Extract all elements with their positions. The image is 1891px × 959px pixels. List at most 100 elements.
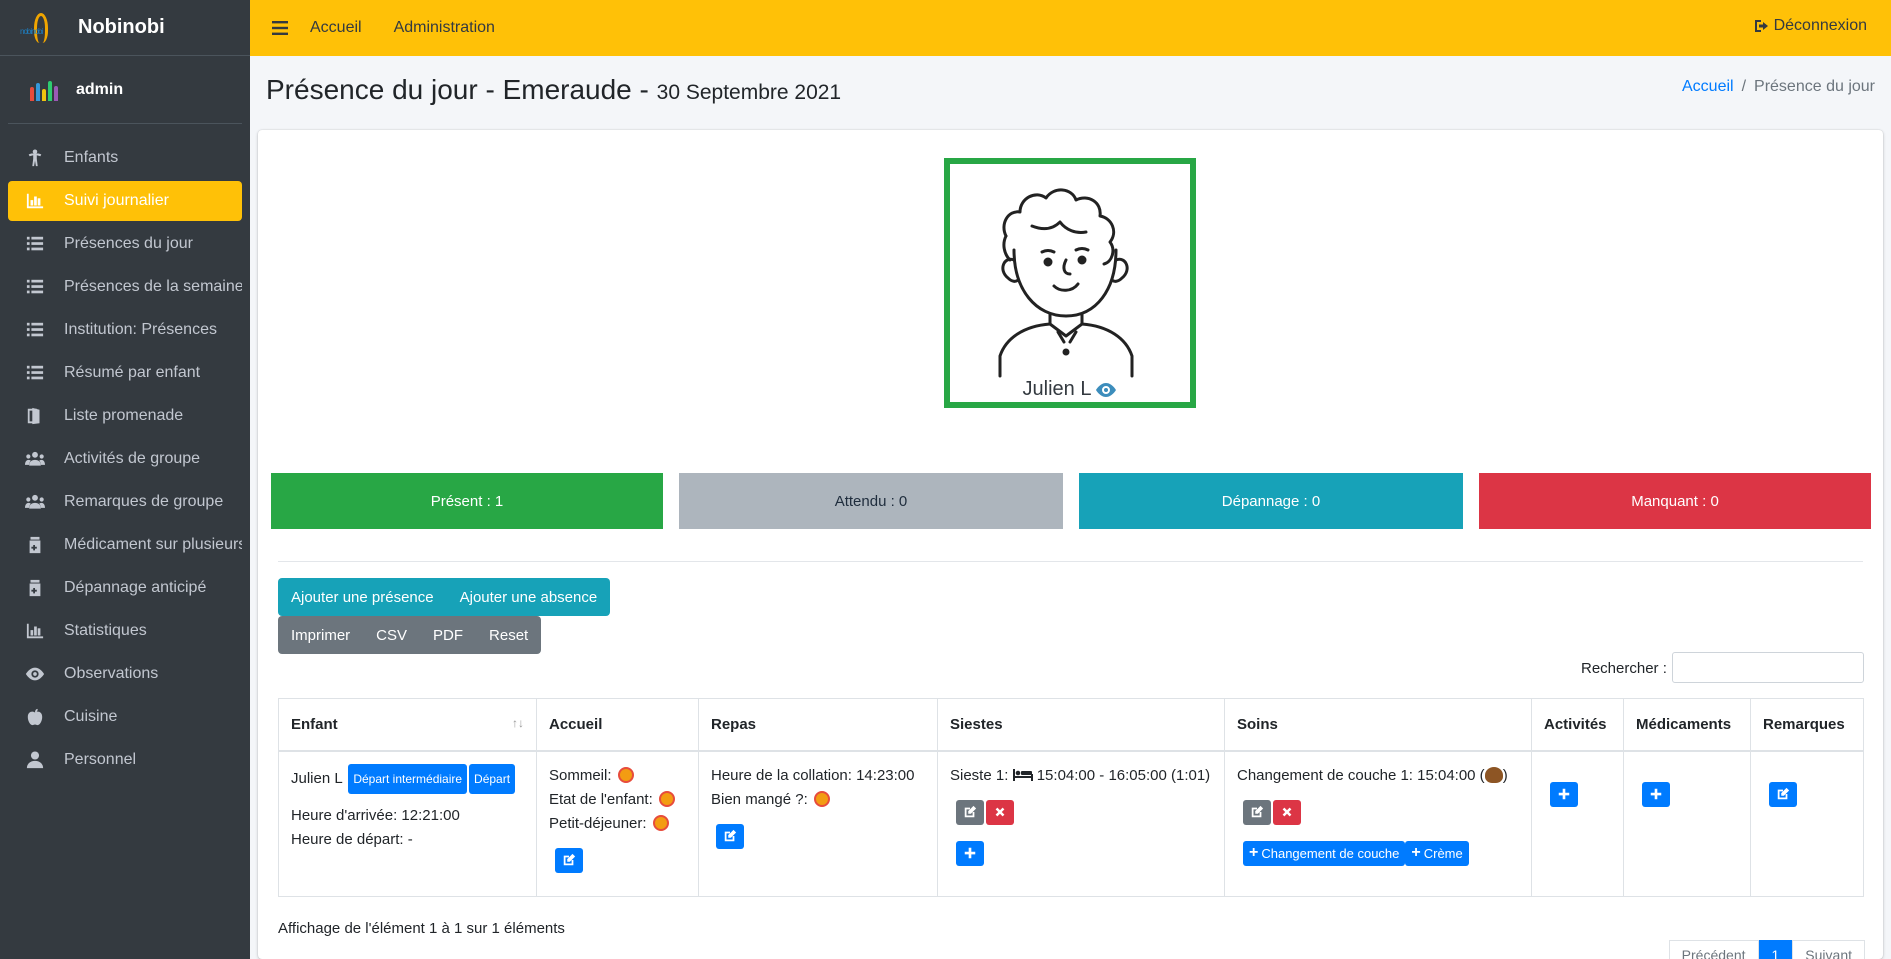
sidebar-item-label: Suivi journalier	[64, 192, 169, 209]
plus-icon	[1650, 788, 1662, 800]
brand-name: Nobinobi	[78, 16, 165, 38]
child-name: Julien L	[291, 769, 343, 787]
pagination-previous[interactable]: Précédent	[1668, 940, 1759, 959]
sidebar-item-label: Statistiques	[64, 622, 147, 639]
delete-nap-button[interactable]	[986, 799, 1014, 825]
user-panel[interactable]: admin	[8, 56, 242, 124]
sidebar-item-enfants[interactable]: Enfants	[8, 138, 242, 178]
brand-logo: nobinobi	[20, 11, 60, 45]
breakfast-label: Petit-déjeuner:	[549, 814, 647, 832]
child-photo-caption: Julien L	[950, 378, 1190, 401]
close-icon	[995, 807, 1005, 817]
sidebar-item-label: Présences de la semaine	[64, 278, 242, 295]
column-header-soins[interactable]: Soins	[1224, 698, 1532, 752]
presence-actions: Ajouter une présence Ajouter une absence	[278, 578, 611, 616]
edit-care-button[interactable]	[1243, 799, 1271, 825]
column-header-activites[interactable]: Activités	[1531, 698, 1624, 752]
sidebar-item-liste-promenade[interactable]: Liste promenade	[8, 396, 242, 436]
edit-accueil-button[interactable]	[555, 847, 583, 873]
column-header-enfant[interactable]: Enfant ↑↓	[278, 698, 537, 752]
column-header-remarques[interactable]: Remarques	[1750, 698, 1864, 752]
brand-link[interactable]: nobinobi Nobinobi	[0, 0, 250, 56]
sidebar-item-label: Médicament sur plusieurs jo	[64, 536, 242, 553]
intermediate-departure-badge[interactable]: Départ intermédiaire	[348, 763, 468, 794]
add-diaper-change-button[interactable]: + Changement de couche	[1243, 840, 1406, 866]
column-header-accueil[interactable]: Accueil	[536, 698, 699, 752]
breadcrumb-home[interactable]: Accueil	[1682, 78, 1734, 95]
plus-icon: +	[1411, 844, 1421, 861]
sidebar-item-remarques-groupe[interactable]: Remarques de groupe	[8, 482, 242, 522]
sidebar-item-activites-groupe[interactable]: Activités de groupe	[8, 439, 242, 479]
sidebar-item-observations[interactable]: Observations	[8, 654, 242, 694]
add-cream-button[interactable]: + Crème	[1405, 840, 1469, 866]
sidebar-item-label: Institution: Présences	[64, 321, 217, 338]
breadcrumb-separator: /	[1741, 78, 1747, 95]
sidebar-item-presences-jour[interactable]: Présences du jour	[8, 224, 242, 264]
departure-badge[interactable]: Départ	[469, 763, 516, 794]
stat-emergency[interactable]: Dépannage : 0	[1079, 473, 1463, 529]
stat-missing[interactable]: Manquant : 0	[1479, 473, 1871, 529]
pagination-next[interactable]: Suivant	[1792, 940, 1865, 959]
page-title-date: 30 Septembre 2021	[656, 81, 842, 104]
add-medication-button[interactable]	[1642, 781, 1670, 807]
nav-link-accueil[interactable]: Accueil	[310, 19, 362, 37]
breadcrumb: Accueil / Présence du jour	[1682, 78, 1875, 96]
page-title: Présence du jour - Emeraude - 30 Septemb…	[266, 74, 841, 106]
sidebar-item-statistiques[interactable]: Statistiques	[8, 611, 242, 651]
chart-bar-icon	[24, 191, 46, 211]
sidebar-item-cuisine[interactable]: Cuisine	[8, 697, 242, 737]
sidebar-item-depannage-anticipe[interactable]: Dépannage anticipé	[8, 568, 242, 608]
sidebar-item-resume-enfant[interactable]: Résumé par enfant	[8, 353, 242, 393]
menu-toggle-icon[interactable]	[250, 0, 310, 56]
cell-enfant: Julien L Départ intermédiaire Départ Heur…	[278, 750, 537, 897]
reset-button[interactable]: Reset	[476, 616, 542, 654]
column-header-repas[interactable]: Repas	[698, 698, 938, 752]
print-button[interactable]: Imprimer	[278, 616, 364, 654]
sidebar-item-medicament[interactable]: Médicament sur plusieurs jo	[8, 525, 242, 565]
eye-icon[interactable]	[1095, 382, 1117, 398]
pdf-button[interactable]: PDF	[420, 616, 477, 654]
logout-link[interactable]: Déconnexion	[1754, 17, 1867, 35]
column-header-medicaments[interactable]: Médicaments	[1623, 698, 1751, 752]
stat-expected[interactable]: Attendu : 0	[679, 473, 1063, 529]
add-nap-button[interactable]	[956, 840, 984, 866]
users-icon	[24, 449, 46, 469]
search-label: Rechercher :	[1581, 660, 1667, 677]
edit-icon	[724, 829, 737, 842]
table-header-row: Enfant ↑↓ Accueil Repas Siestes Soins Ac…	[278, 698, 1864, 752]
column-header-siestes[interactable]: Siestes	[937, 698, 1225, 752]
sidebar-item-presences-semaine[interactable]: Présences de la semaine	[8, 267, 242, 307]
edit-icon	[563, 853, 576, 866]
delete-care-button[interactable]	[1273, 799, 1301, 825]
presence-table: Enfant ↑↓ Accueil Repas Siestes Soins Ac…	[278, 698, 1864, 897]
nav-link-administration[interactable]: Administration	[394, 19, 495, 37]
cell-remarques	[1750, 750, 1864, 897]
cell-soins: Changement de couche 1: 15:04:00 () + Cha…	[1224, 750, 1532, 897]
sidebar-item-suivi-journalier[interactable]: Suivi journalier	[8, 181, 242, 221]
list-icon	[24, 234, 46, 254]
edit-remarks-button[interactable]	[1769, 781, 1797, 807]
pagination-page-1[interactable]: 1	[1758, 940, 1793, 959]
edit-icon	[964, 805, 977, 818]
sidebar-item-personnel[interactable]: Personnel	[8, 740, 242, 780]
edit-repas-button[interactable]	[716, 823, 744, 849]
sidebar-item-label: Enfants	[64, 149, 119, 166]
care-entry: Changement de couche 1: 15:04:00 (	[1237, 766, 1485, 784]
list-icon	[24, 320, 46, 340]
sidebar-item-label: Liste promenade	[64, 407, 184, 424]
sidebar-item-institution-presences[interactable]: Institution: Présences	[8, 310, 242, 350]
add-presence-button[interactable]: Ajouter une présence	[278, 578, 447, 616]
add-absence-button[interactable]: Ajouter une absence	[446, 578, 611, 616]
child-name: Julien L	[1022, 378, 1092, 400]
medkit-icon	[24, 535, 46, 555]
edit-icon	[1777, 787, 1790, 800]
stat-present[interactable]: Présent : 1	[271, 473, 663, 529]
eye-icon	[24, 664, 46, 684]
logout-label: Déconnexion	[1773, 17, 1867, 34]
add-activity-button[interactable]	[1550, 781, 1578, 807]
search-input[interactable]	[1672, 652, 1864, 683]
csv-button[interactable]: CSV	[363, 616, 421, 654]
edit-nap-button[interactable]	[956, 799, 984, 825]
nap-label: Sieste 1:	[950, 766, 1009, 784]
child-photo-card[interactable]: Julien L	[944, 158, 1196, 408]
